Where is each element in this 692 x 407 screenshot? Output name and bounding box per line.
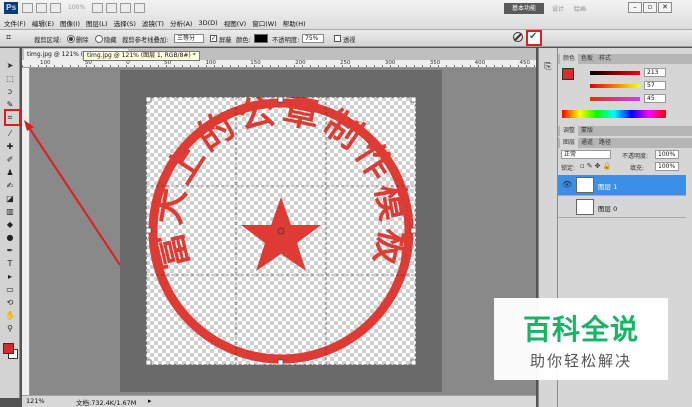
blue-value[interactable]: 45: [644, 94, 666, 103]
fill-input[interactable]: 100%: [655, 162, 679, 171]
tab-color[interactable]: 颜色: [560, 54, 579, 64]
history-panel-icon[interactable]: ⎘: [542, 62, 554, 74]
status-menu-arrow-icon[interactable]: ▸: [148, 397, 152, 405]
tab-layers[interactable]: 图层: [560, 138, 579, 148]
color-panel-tabs: 颜色 色板 样式: [558, 54, 692, 64]
watermark-title: 百科全说: [522, 313, 639, 346]
color-panel-fg-swatch[interactable]: [562, 68, 574, 80]
layer-name[interactable]: 图层 0: [598, 203, 617, 213]
blue-slider[interactable]: [590, 97, 640, 101]
layer-thumbnail: [576, 199, 594, 215]
layer-thumbnail: [576, 177, 594, 193]
layer-opacity-label: 不透明度:: [622, 153, 649, 160]
tab-masks[interactable]: 蒙版: [578, 126, 596, 136]
color-ramp[interactable]: [562, 110, 666, 118]
eye-icon[interactable]: 👁: [562, 180, 572, 189]
layers-panel-tabs: 图层 通道 路径: [558, 138, 692, 148]
layer-name[interactable]: 图层 1: [598, 181, 617, 191]
fill-label: 填充:: [630, 165, 645, 172]
status-zoom[interactable]: 121%: [26, 397, 45, 405]
adjust-panel-tabs: 调整 蒙版: [558, 126, 692, 136]
tab-styles[interactable]: 样式: [596, 54, 614, 64]
lock-icons[interactable]: ▫✎✥🔒: [580, 162, 613, 170]
tab-paths[interactable]: 路径: [596, 138, 614, 148]
layer-row-layer-0[interactable]: 图层 0: [558, 197, 686, 218]
red-slider[interactable]: [590, 71, 640, 75]
layer-row-layer-1[interactable]: 👁 图层 1: [558, 175, 686, 196]
layer-opacity-input[interactable]: 100%: [655, 150, 679, 159]
red-value[interactable]: 213: [644, 68, 666, 77]
lock-label: 锁定:: [561, 165, 576, 172]
green-value[interactable]: 57: [644, 81, 666, 90]
watermark-subtitle: 助你轻松解决: [529, 352, 632, 370]
blend-mode-select[interactable]: 正常: [561, 150, 611, 159]
tab-swatches[interactable]: 色板: [578, 54, 596, 64]
tab-adjustments[interactable]: 调整: [560, 126, 579, 136]
tab-channels[interactable]: 通道: [578, 138, 596, 148]
green-slider[interactable]: [590, 84, 640, 88]
status-doc-size: 文档:732.4K/1.67M: [76, 399, 137, 407]
